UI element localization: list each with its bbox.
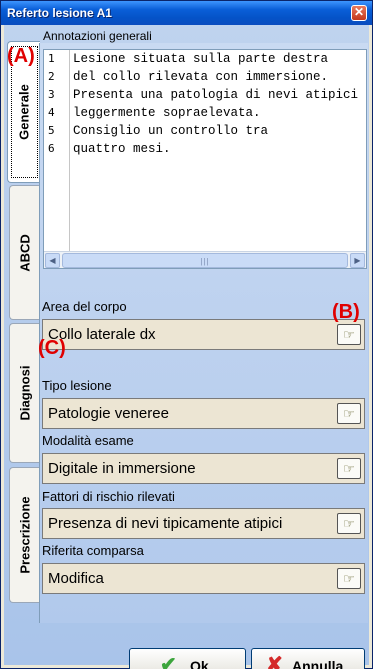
- ok-button-label: Ok: [190, 658, 209, 669]
- annotation-b: (B): [332, 301, 360, 323]
- horizontal-scrollbar[interactable]: ◀ ||| ▶: [44, 251, 366, 268]
- tipo-lesione-value: Patologie veneree: [48, 405, 169, 422]
- area-corpo-field[interactable]: Collo laterale dx ☞: [42, 319, 365, 350]
- line-number: 3: [48, 88, 55, 101]
- picker-hand-icon[interactable]: ☞: [337, 568, 361, 589]
- button-bar: ✔ Ok ✘ Annulla: [7, 645, 369, 669]
- tab-abcd[interactable]: ABCD: [9, 185, 39, 320]
- fattori-rischio-label: Fattori di rischio rilevati: [42, 489, 175, 504]
- checkmark-icon: ✔: [160, 654, 177, 669]
- riferita-comparsa-value: Modifica: [48, 570, 104, 587]
- picker-hand-icon[interactable]: ☞: [337, 324, 361, 345]
- picker-hand-icon[interactable]: ☞: [337, 403, 361, 424]
- notes-line: Consiglio un controllo tra: [73, 124, 269, 138]
- picker-hand-icon[interactable]: ☞: [337, 513, 361, 534]
- scroll-right-icon[interactable]: ▶: [350, 253, 365, 268]
- riferita-comparsa-label: Riferita comparsa: [42, 543, 144, 558]
- notes-line: del collo rilevata con immersione.: [73, 70, 329, 84]
- notes-text[interactable]: Lesione situata sulla parte destra del c…: [73, 50, 366, 158]
- tab-prescrizione-label: Prescrizione: [17, 496, 32, 574]
- title-bar[interactable]: Referto lesione A1 ✕: [1, 1, 372, 25]
- line-number: 4: [48, 106, 55, 119]
- notes-line: Lesione situata sulla parte destra: [73, 52, 329, 66]
- annotation-a: (A): [7, 45, 35, 67]
- line-number-gutter: 1 2 3 4 5 6: [44, 50, 70, 253]
- notes-line: Presenta una patologia di nevi atipici: [73, 88, 359, 102]
- tab-generale-label: Generale: [16, 84, 32, 140]
- fattori-rischio-field[interactable]: Presenza di nevi tipicamente atipici ☞: [42, 508, 365, 539]
- tab-panel-generale: Annotazioni generali 1 2 3 4 5 6 Lesione…: [39, 29, 368, 623]
- area-corpo-label: Area del corpo: [42, 299, 127, 314]
- modalita-esame-label: Modalità esame: [42, 433, 134, 448]
- tab-diagnosi-label: Diagnosi: [17, 365, 32, 421]
- line-number: 6: [48, 142, 55, 155]
- window-title: Referto lesione A1: [7, 6, 112, 20]
- scroll-left-icon[interactable]: ◀: [45, 253, 60, 268]
- cross-icon: ✘: [266, 654, 283, 669]
- notes-title: Annotazioni generali: [43, 29, 152, 43]
- annotation-c: (C): [38, 337, 66, 359]
- tipo-lesione-field[interactable]: Patologie veneree ☞: [42, 398, 365, 429]
- tipo-lesione-label: Tipo lesione: [42, 378, 112, 393]
- cancel-button[interactable]: ✘ Annulla: [251, 648, 365, 669]
- grip-icon: |||: [200, 257, 210, 266]
- cancel-button-label: Annulla: [292, 658, 344, 669]
- riferita-comparsa-field[interactable]: Modifica ☞: [42, 563, 365, 594]
- picker-hand-icon[interactable]: ☞: [337, 458, 361, 479]
- tab-prescrizione[interactable]: Prescrizione: [9, 467, 39, 603]
- line-number: 5: [48, 124, 55, 137]
- dialog-body: Generale ABCD Diagnosi Prescrizione Anno…: [4, 25, 369, 669]
- scroll-thumb[interactable]: |||: [62, 253, 348, 268]
- modalita-esame-value: Digitale in immersione: [48, 460, 196, 477]
- fattori-rischio-value: Presenza di nevi tipicamente atipici: [48, 515, 283, 532]
- dialog-window: Referto lesione A1 ✕ Generale ABCD Diagn…: [0, 0, 373, 669]
- notes-editor[interactable]: 1 2 3 4 5 6 Lesione situata sulla parte …: [43, 49, 367, 269]
- line-number: 1: [48, 52, 55, 65]
- modalita-esame-field[interactable]: Digitale in immersione ☞: [42, 453, 365, 484]
- notes-line: leggermente sopraelevata.: [73, 106, 261, 120]
- tab-abcd-label: ABCD: [17, 233, 32, 272]
- ok-button[interactable]: ✔ Ok: [129, 648, 246, 669]
- line-number: 2: [48, 70, 55, 83]
- close-icon[interactable]: ✕: [351, 5, 367, 21]
- notes-line: quattro mesi.: [73, 142, 171, 156]
- tab-diagnosi[interactable]: Diagnosi: [9, 323, 39, 463]
